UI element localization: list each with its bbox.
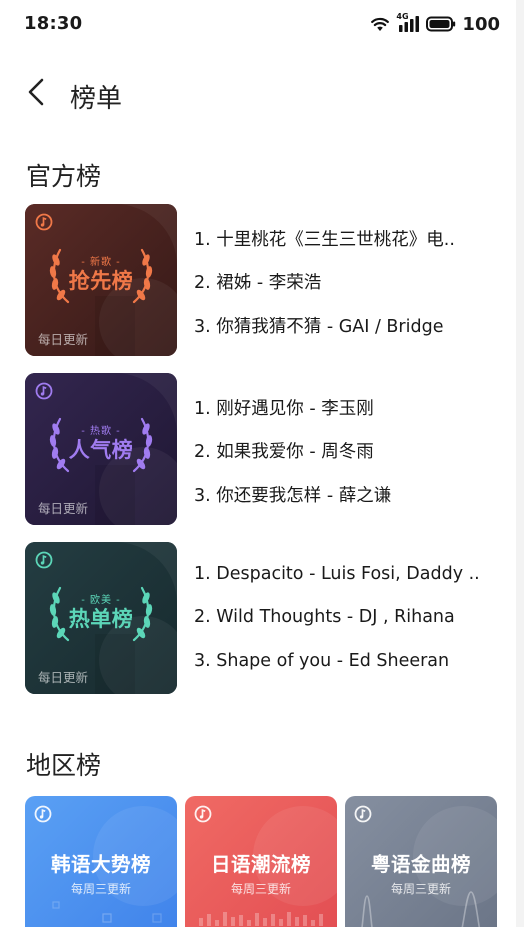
top-tracks: 1. 十里桃花《三生三世桃花》电.. 2. 裙姊 - 李荣浩 3. 你猜我猜不猜… [194, 204, 494, 356]
section-title-official: 官方榜 [26, 162, 102, 191]
region-chart-korean[interactable]: 韩语大势榜 每周三更新 [25, 796, 177, 927]
music-note-icon [354, 805, 372, 827]
top-tracks: 1. Despacito - Luis Fosi, Daddy .. 2. Wi… [194, 542, 494, 694]
region-chart-update: 每周三更新 [70, 882, 131, 896]
chart-item-hot-songs[interactable]: - 热歌 - 人气榜 每日更新 1. 刚好遇见你 - 李玉刚 2. 如果我爱你 … [25, 373, 505, 525]
top-tracks: 1. 刚好遇见你 - 李玉刚 2. 如果我爱你 - 周冬雨 3. 你还要我怎样 … [194, 373, 494, 525]
track-item: 1. 十里桃花《三生三世桃花》电.. [194, 230, 455, 250]
region-chart-name: 粤语金曲榜 [370, 853, 471, 876]
status-time: 18:30 [24, 13, 83, 34]
region-chart-update: 每周三更新 [390, 882, 451, 896]
track-item: 1. 刚好遇见你 - 李玉刚 [194, 399, 374, 419]
region-chart-name: 韩语大势榜 [50, 853, 151, 876]
track-item: 2. Wild Thoughts - DJ , Rihana [194, 607, 455, 627]
chart-item-new-songs[interactable]: - 新歌 - 抢先榜 每日更新 1. 十里桃花《三生三世桃花》电.. 2. 裙姊… [25, 204, 505, 356]
chart-cover[interactable]: - 欧美 - 热单榜 每日更新 [25, 542, 177, 694]
chart-name: 抢先榜 [68, 269, 134, 293]
track-item: 1. Despacito - Luis Fosi, Daddy .. [194, 564, 480, 584]
chart-update-frequency: 每日更新 [38, 670, 89, 685]
chart-cover[interactable]: - 新歌 - 抢先榜 每日更新 [25, 204, 177, 356]
page-title: 榜单 [70, 84, 123, 114]
track-item: 2. 如果我爱你 - 周冬雨 [194, 442, 374, 462]
scrollbar-track [516, 0, 524, 927]
region-chart-cantonese[interactable]: 粤语金曲榜 每周三更新 [345, 796, 497, 927]
region-chart-update: 每周三更新 [230, 882, 291, 896]
track-item: 3. 你还要我怎样 - 薛之谦 [194, 486, 392, 506]
section-title-regional: 地区榜 [26, 751, 102, 780]
cellular-signal-icon: 4G [396, 12, 420, 33]
wifi-icon [370, 16, 390, 32]
chart-name: 热单榜 [68, 607, 134, 631]
track-item: 3. 你猜我猜不猜 - GAI / Bridge [194, 317, 444, 337]
music-note-icon [35, 551, 53, 573]
music-note-icon [34, 805, 52, 827]
music-note-icon [194, 805, 212, 827]
chart-update-frequency: 每日更新 [38, 501, 89, 516]
chart-cover[interactable]: - 热歌 - 人气榜 每日更新 [25, 373, 177, 525]
region-chart-japanese[interactable]: 日语潮流榜 每周三更新 [185, 796, 337, 927]
track-item: 2. 裙姊 - 李荣浩 [194, 273, 322, 293]
chevron-left-icon [26, 77, 46, 111]
chart-name: 人气榜 [68, 438, 134, 462]
battery-level: 100 [462, 13, 500, 35]
music-note-icon [35, 382, 53, 404]
battery-icon [426, 16, 456, 32]
chart-item-western-songs[interactable]: - 欧美 - 热单榜 每日更新 1. Despacito - Luis Fosi… [25, 542, 505, 694]
back-button[interactable] [18, 76, 54, 112]
music-note-icon [35, 213, 53, 235]
region-chart-name: 日语潮流榜 [210, 853, 311, 876]
status-bar: 18:30 4G 100 [0, 0, 524, 48]
track-item: 3. Shape of you - Ed Sheeran [194, 651, 450, 671]
chart-update-frequency: 每日更新 [38, 332, 89, 347]
page-header: 榜单 [0, 64, 524, 124]
status-indicators: 4G 100 [370, 12, 500, 36]
